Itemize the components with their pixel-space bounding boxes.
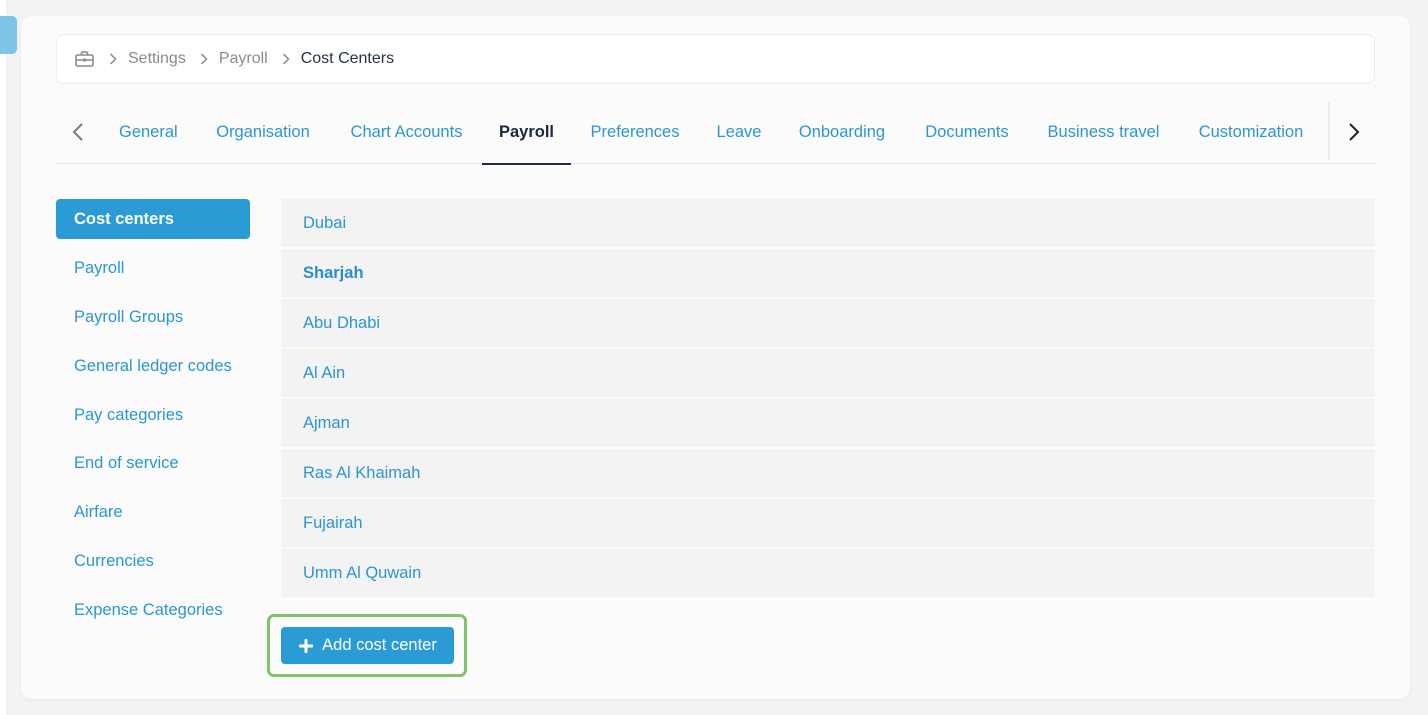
plus-icon <box>298 638 314 654</box>
subnav-payroll-groups[interactable]: Payroll Groups <box>56 297 250 337</box>
chevron-right-icon[interactable] <box>1342 120 1366 144</box>
cost-center-list: Dubai Sharjah Abu Dhabi Al Ain Ajman Ras… <box>281 199 1375 599</box>
tab-organisation[interactable]: Organisation <box>213 102 313 163</box>
tab-documents[interactable]: Documents <box>922 102 1012 163</box>
chevron-right-icon <box>282 53 290 65</box>
payroll-subnav: Cost centers Payroll Payroll Groups Gene… <box>56 199 250 639</box>
add-cost-center-label: Add cost center <box>322 636 437 654</box>
add-cost-center-button[interactable]: Add cost center <box>281 627 454 664</box>
cost-center-row[interactable]: Fujairah <box>281 499 1375 547</box>
chevron-right-icon <box>200 53 208 65</box>
tab-onboarding[interactable]: Onboarding <box>796 102 888 163</box>
breadcrumb: Settings Payroll Cost Centers <box>56 34 1375 84</box>
tab-general[interactable]: General <box>119 102 178 163</box>
briefcase-icon[interactable] <box>75 51 95 67</box>
breadcrumb-payroll[interactable]: Payroll <box>219 50 268 68</box>
cost-center-row[interactable]: Umm Al Quwain <box>281 549 1375 597</box>
cost-center-row[interactable]: Ajman <box>281 399 1375 447</box>
breadcrumb-settings[interactable]: Settings <box>128 50 186 68</box>
tab-payroll[interactable]: Payroll <box>482 102 571 165</box>
cost-center-row[interactable]: Abu Dhabi <box>281 299 1375 347</box>
tab-business-travel[interactable]: Business travel <box>1046 102 1161 163</box>
settings-tabs: General Organisation Chart Accounts Payr… <box>56 102 1375 165</box>
subnav-currencies[interactable]: Currencies <box>56 541 250 581</box>
subnav-airfare[interactable]: Airfare <box>56 492 250 532</box>
tab-customization[interactable]: Customization <box>1194 102 1308 163</box>
tab-chart-accounts[interactable]: Chart Accounts <box>347 102 466 163</box>
cost-center-row[interactable]: Ras Al Khaimah <box>281 449 1375 497</box>
chevron-left-icon[interactable] <box>66 120 90 144</box>
chevron-right-icon <box>109 53 117 65</box>
cost-center-row[interactable]: Al Ain <box>281 349 1375 397</box>
subnav-payroll[interactable]: Payroll <box>56 248 250 288</box>
tab-leave[interactable]: Leave <box>715 102 763 163</box>
cost-center-row[interactable]: Dubai <box>281 199 1375 247</box>
subnav-pay-categories[interactable]: Pay categories <box>56 395 250 435</box>
settings-card: Settings Payroll Cost Centers General Or… <box>21 16 1410 699</box>
side-panel-toggle[interactable] <box>0 16 17 54</box>
tab-preferences[interactable]: Preferences <box>588 102 682 163</box>
left-strip <box>0 0 6 715</box>
breadcrumb-cost-centers: Cost Centers <box>300 50 395 67</box>
subnav-end-of-service[interactable]: End of service <box>56 443 250 483</box>
cost-center-row[interactable]: Sharjah <box>281 249 1375 297</box>
tab-scroll-divider <box>1328 102 1330 160</box>
subnav-general-ledger-codes[interactable]: General ledger codes <box>56 346 250 386</box>
subnav-cost-centers[interactable]: Cost centers <box>56 199 250 239</box>
subnav-expense-categories[interactable]: Expense Categories <box>56 590 250 630</box>
